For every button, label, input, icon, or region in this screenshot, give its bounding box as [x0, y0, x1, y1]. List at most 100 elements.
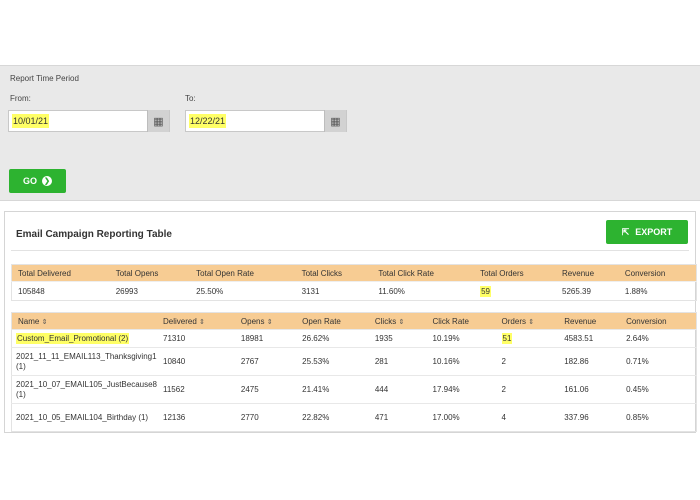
summary-header: Revenue [556, 264, 619, 282]
table-cell: 2.64% [620, 329, 697, 348]
table-cell: 281 [368, 347, 427, 376]
summary-cell: 5265.39 [556, 281, 619, 301]
campaign-table: Name ⇕ Delivered ⇕ Opens ⇕ Open Rate Cli… [11, 312, 697, 432]
table-cell: 17.94% [426, 375, 496, 404]
report-time-period-panel: Report Time Period From: To: 10/01/21 ▦ … [0, 65, 700, 201]
header-label: Click Rate [432, 316, 469, 326]
table-cell: 22.82% [296, 403, 369, 432]
table-cell: 10840 [157, 347, 235, 376]
column-header-name[interactable]: Name ⇕ [11, 312, 157, 330]
summary-header: Total Delivered [11, 264, 110, 282]
table-row: 2021_11_11_EMAIL113_Thanksgiving1 (1) 10… [11, 347, 697, 376]
table-row: 2021_10_07_EMAIL105_JustBecause8 (1) 115… [11, 375, 697, 404]
highlight: 59 [480, 285, 491, 297]
table-cell: 444 [368, 375, 427, 404]
export-icon: ⇱ [621, 226, 630, 237]
table-cell: 2770 [234, 403, 297, 432]
summary-header: Total Click Rate [372, 264, 475, 282]
table-cell: 25.53% [296, 347, 369, 376]
summary-header: Total Opens [109, 264, 191, 282]
column-header-opens[interactable]: Opens ⇕ [234, 312, 297, 330]
column-header-open-rate: Open Rate [296, 312, 369, 330]
summary-header: Total Open Rate [190, 264, 296, 282]
from-date-value[interactable]: 10/01/21 [12, 114, 50, 128]
highlight: 51 [501, 332, 513, 344]
table-cell: 337.96 [558, 403, 621, 432]
from-date-field[interactable]: 10/01/21 ▦ [8, 110, 170, 132]
table-cell: 18981 [234, 329, 297, 348]
campaign-name: 2021_10_07_EMAIL105_JustBecause8 (1) [11, 375, 157, 404]
to-label: To: [185, 94, 196, 103]
table-cell: 10.19% [426, 329, 496, 348]
table-cell: 471 [368, 403, 427, 432]
header-label: Delivered [163, 316, 197, 326]
table-row: Custom_Email_Promotional (2) 71310 18981… [11, 329, 697, 348]
column-header-click-rate: Click Rate [426, 312, 496, 330]
table-cell: 17.00% [426, 403, 496, 432]
campaign-name: 2021_10_05_EMAIL104_Birthday (1) [11, 403, 157, 432]
summary-cell: 3131 [295, 281, 373, 301]
table-cell: 4 [495, 403, 559, 432]
campaign-name-cell: Custom_Email_Promotional (2) [11, 329, 157, 348]
table-cell: 2767 [234, 347, 297, 376]
table-cell: 161.06 [558, 375, 621, 404]
table-cell: 2 [495, 375, 559, 404]
sort-icon[interactable]: ⇕ [199, 319, 205, 326]
sort-icon[interactable]: ⇕ [42, 319, 48, 326]
summary-header: Conversion [618, 264, 697, 282]
summary-cell: 25.50% [190, 281, 296, 301]
export-button[interactable]: ⇱ EXPORT [606, 220, 688, 244]
sort-icon[interactable]: ⇕ [398, 319, 404, 326]
to-date-value[interactable]: 12/22/21 [189, 114, 227, 128]
header-label: Orders [501, 316, 526, 326]
table-cell: 11562 [157, 375, 235, 404]
column-header-delivered[interactable]: Delivered ⇕ [157, 312, 235, 330]
orders-cell: 51 [495, 329, 559, 348]
table-cell: 2475 [234, 375, 297, 404]
sort-icon[interactable]: ⇕ [267, 319, 273, 326]
export-label: EXPORT [635, 227, 673, 237]
column-header-revenue: Revenue [558, 312, 621, 330]
campaign-header-row: Name ⇕ Delivered ⇕ Opens ⇕ Open Rate Cli… [11, 312, 697, 330]
calendar-icon[interactable]: ▦ [324, 110, 346, 132]
header-label: Name [18, 316, 40, 326]
sort-icon[interactable]: ⇕ [528, 319, 534, 326]
from-label: From: [10, 94, 31, 103]
header-label: Conversion [626, 316, 667, 326]
campaign-name: Custom_Email_Promotional (2) [16, 332, 130, 344]
go-button[interactable]: GO ❯ [9, 169, 66, 193]
summary-cell: 105848 [11, 281, 110, 301]
summary-header: Total Clicks [295, 264, 373, 282]
summary-cell: 1.88% [618, 281, 697, 301]
table-cell: 12136 [157, 403, 235, 432]
period-title: Report Time Period [10, 74, 79, 83]
summary-header-row: Total Delivered Total Opens Total Open R… [11, 264, 697, 282]
summary-cell-orders: 59 [474, 281, 557, 301]
table-cell: 0.45% [620, 375, 697, 404]
table-cell: 182.86 [558, 347, 621, 376]
divider [11, 250, 689, 251]
to-date-field[interactable]: 12/22/21 ▦ [185, 110, 347, 132]
table-title: Email Campaign Reporting Table [16, 229, 172, 240]
summary-table: Total Delivered Total Opens Total Open R… [11, 264, 697, 301]
header-label: Clicks [374, 316, 397, 326]
table-cell: 10.16% [426, 347, 496, 376]
header-label: Open Rate [302, 316, 341, 326]
column-header-orders[interactable]: Orders ⇕ [495, 312, 559, 330]
email-campaign-reporting-panel: Email Campaign Reporting Table ⇱ EXPORT … [4, 211, 697, 433]
calendar-icon[interactable]: ▦ [147, 110, 169, 132]
header-label: Revenue [564, 316, 597, 326]
table-cell: 2 [495, 347, 559, 376]
column-header-clicks[interactable]: Clicks ⇕ [368, 312, 427, 330]
column-header-conversion: Conversion [620, 312, 697, 330]
table-cell: 26.62% [296, 329, 369, 348]
table-cell: 0.71% [620, 347, 697, 376]
summary-header: Total Orders [474, 264, 557, 282]
table-cell: 71310 [157, 329, 235, 348]
summary-cell: 11.60% [372, 281, 475, 301]
header-label: Opens [240, 316, 265, 326]
arrow-right-circle-icon: ❯ [42, 176, 52, 186]
summary-cell: 26993 [109, 281, 191, 301]
table-row: 2021_10_05_EMAIL104_Birthday (1) 12136 2… [11, 403, 697, 432]
table-cell: 21.41% [296, 375, 369, 404]
